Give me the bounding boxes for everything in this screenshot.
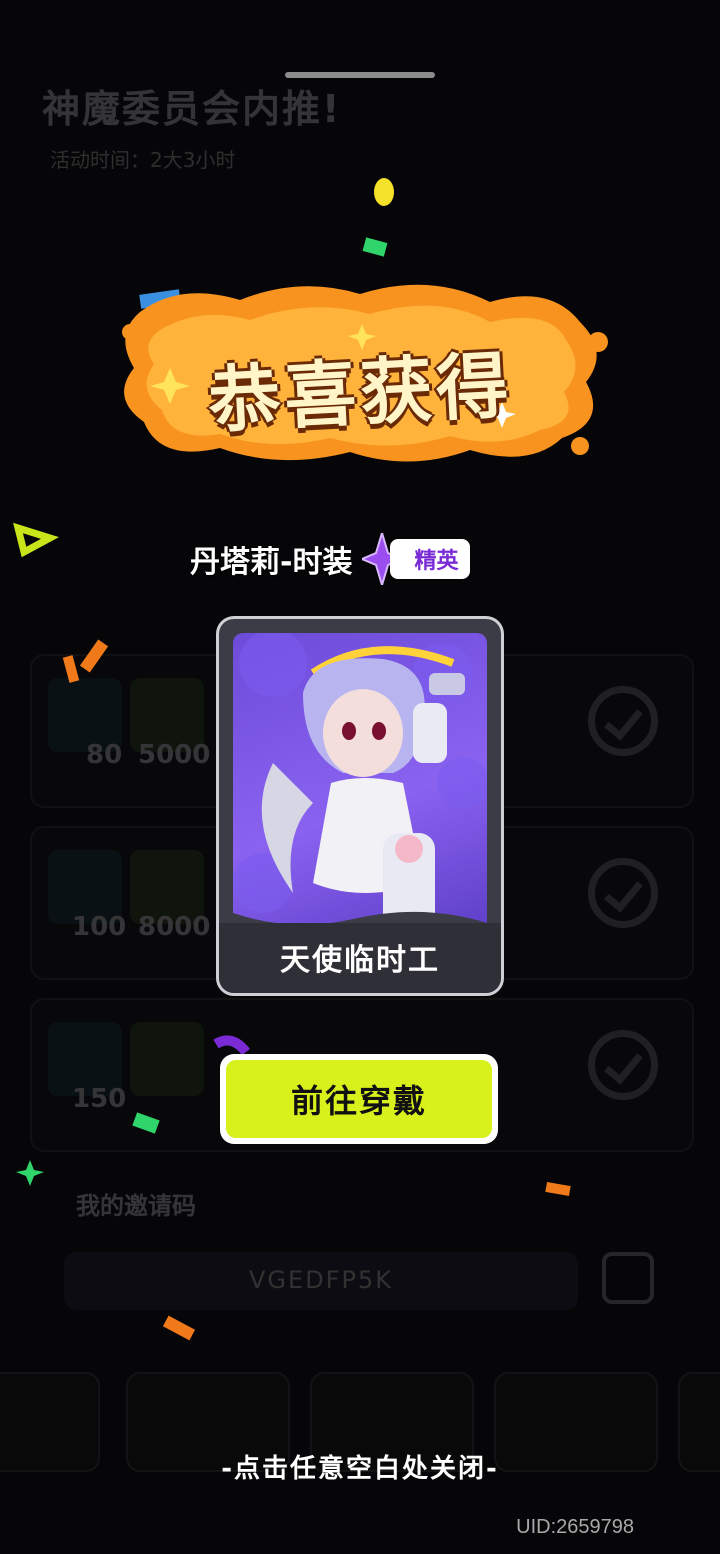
wear-button-label: 前往穿戴 bbox=[290, 1082, 427, 1120]
drag-handle[interactable] bbox=[285, 72, 435, 78]
costume-card: 天使临时工 bbox=[216, 616, 504, 996]
character-illustration-icon bbox=[233, 633, 487, 945]
card-title: 天使临时工 bbox=[280, 943, 440, 978]
close-hint[interactable]: -点击任意空白处关闭- bbox=[0, 1448, 720, 1485]
rarity-badge: 精英 bbox=[390, 539, 471, 579]
user-id: UID:2659798 bbox=[516, 1516, 634, 1538]
item-name: 丹塔莉-时装 bbox=[190, 545, 353, 580]
go-wear-button[interactable]: 前往穿戴 bbox=[220, 1054, 498, 1144]
card-footer: 天使临时工 bbox=[219, 923, 501, 993]
congrats-banner: 恭喜获得 bbox=[110, 272, 610, 472]
item-title-row: 丹塔莉-时装 精英 bbox=[190, 532, 471, 586]
costume-art bbox=[233, 633, 487, 945]
